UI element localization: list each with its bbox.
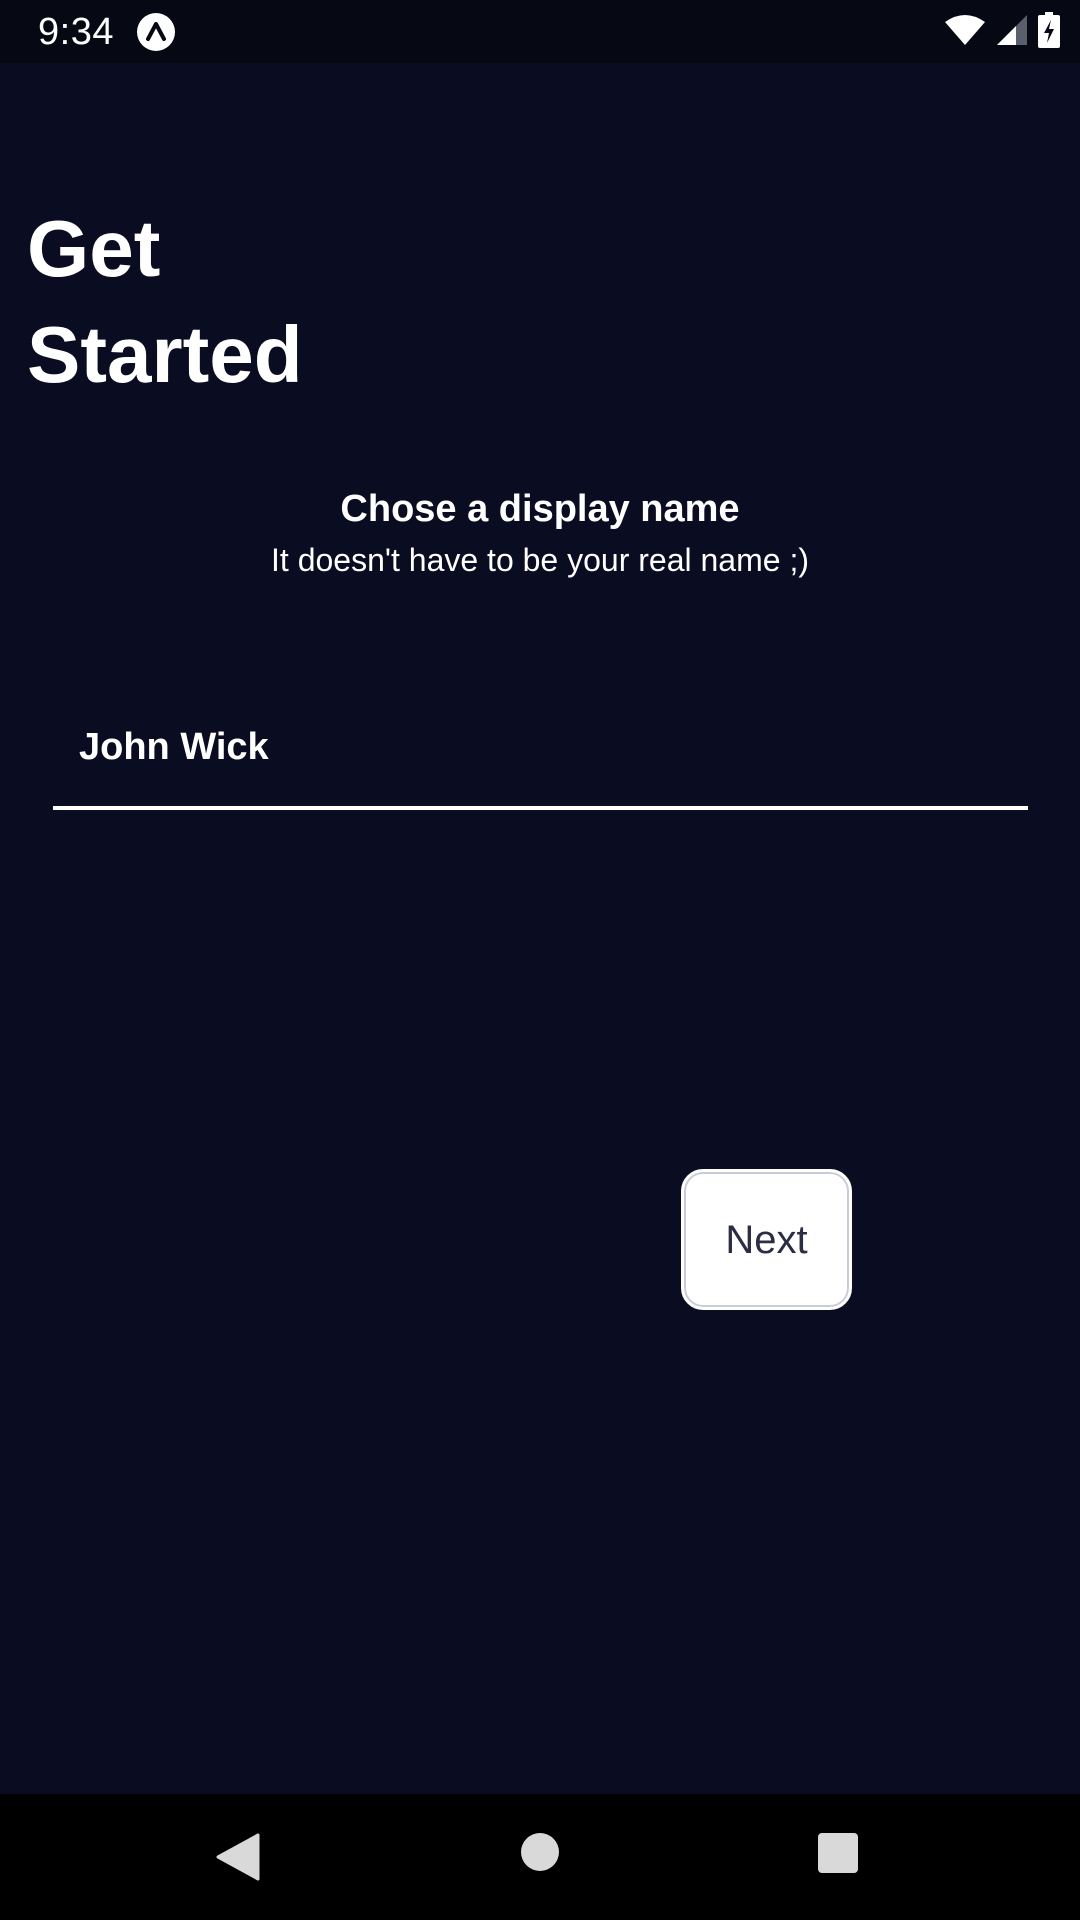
display-name-value[interactable]: John Wick — [79, 722, 269, 772]
prompt-subheading: It doesn't have to be your real name ;) — [271, 542, 809, 578]
status-icons — [944, 11, 1060, 53]
wifi-icon — [944, 14, 986, 51]
prompt-heading: Chose a display name — [340, 488, 740, 530]
status-bar: 9:34 — [0, 0, 1080, 63]
back-triangle-icon[interactable] — [216, 1833, 260, 1881]
expo-icon — [136, 12, 176, 52]
battery-charging-icon — [1038, 11, 1060, 53]
status-time: 9:34 — [38, 11, 114, 53]
display-name-prompt: Chose a display name It doesn't have to … — [0, 484, 1080, 582]
page-title-line-2: Started — [27, 310, 303, 399]
next-button-label: Next — [725, 1217, 808, 1262]
home-circle-icon[interactable] — [521, 1833, 559, 1871]
next-button[interactable]: Next — [681, 1169, 852, 1310]
recents-square-icon[interactable] — [818, 1833, 858, 1873]
get-started-screen: 9:34 Get Started Chose a display name It… — [0, 0, 1080, 1920]
page-title-line-1: Get — [27, 204, 161, 293]
page-title: Get Started — [27, 196, 387, 408]
system-nav-bar — [0, 1794, 1080, 1920]
display-name-input[interactable]: John Wick — [53, 712, 1028, 810]
cell-signal-icon — [996, 14, 1028, 51]
